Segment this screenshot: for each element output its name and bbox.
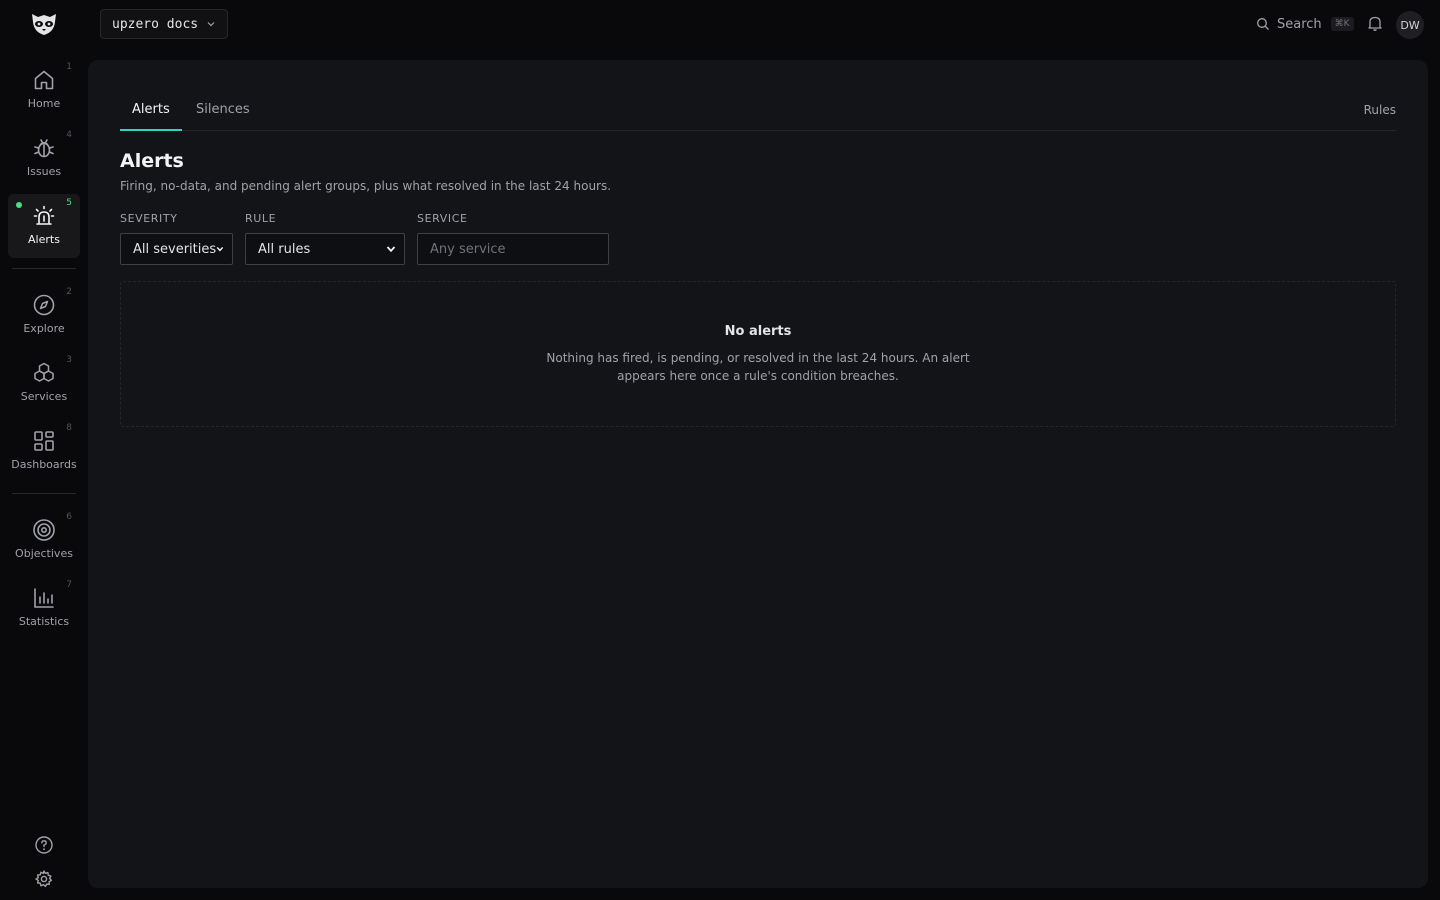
empty-state: No alerts Nothing has fired, is pending,… [120,281,1396,427]
sidebar-item-statistics[interactable]: 7 Statistics [8,576,80,640]
empty-state-title: No alerts [724,324,792,339]
sidebar-divider [12,493,76,494]
workspace-name: upzero docs [112,16,199,32]
bell-icon[interactable] [1366,14,1384,32]
severity-select[interactable]: All severities [120,233,233,265]
home-icon [34,70,54,90]
sidebar-item-label: Dashboards [11,458,77,471]
service-input-placeholder: Any service [430,241,506,257]
chevron-down-icon [386,246,396,253]
bar-chart-icon [34,588,54,608]
chevron-down-icon [216,246,224,252]
user-avatar[interactable]: DW [1396,11,1424,39]
sidebar-item-objectives[interactable]: 6 Objectives [8,508,80,572]
page-title: Alerts [120,150,184,172]
sidebar-item-shortcut: 6 [66,512,72,522]
rule-select[interactable]: All rules [245,233,405,265]
bug-icon [34,139,54,158]
siren-icon [33,205,55,225]
sidebar-item-home[interactable]: 1 Home [8,58,80,122]
sidebar-item-issues[interactable]: 4 Issues [8,126,80,190]
sidebar-item-label: Statistics [18,615,70,628]
compass-icon [33,294,55,316]
app-logo-icon[interactable] [28,10,60,38]
sidebar-item-shortcut: 1 [66,62,72,72]
target-icon [33,519,55,541]
sidebar-item-label: Objectives [15,547,73,560]
tab-rules[interactable]: Rules [1364,103,1396,117]
severity-select-value: All severities [133,241,217,257]
empty-state-message: Nothing has fired, is pending, or resolv… [546,351,970,383]
search-shortcut-badge: ⌘K [1330,17,1354,31]
sidebar-item-label: Home [27,97,61,110]
sidebar-item-label: Alerts [28,233,60,246]
sidebar-item-label: Services [20,390,68,403]
sidebar-item-explore[interactable]: 2 Explore [8,283,80,347]
help-icon[interactable] [34,835,54,855]
gear-icon[interactable] [34,869,54,889]
grid-icon [34,431,54,451]
rule-filter-label: RULE [245,212,277,225]
search-icon [1257,18,1269,30]
tab-bar: Alerts Silences Rules [120,92,1396,131]
service-input[interactable]: Any service [417,233,609,265]
sidebar-item-shortcut: 8 [66,423,72,433]
sidebar-item-label: Issues [26,165,62,178]
cubes-icon [34,362,54,382]
sidebar-item-shortcut: 3 [66,355,72,365]
tab-alerts[interactable]: Alerts [120,92,182,131]
active-indicator-dot [16,202,22,208]
sidebar-item-dashboards[interactable]: 8 Dashboards [8,419,80,483]
main-panel: Alerts Silences Rules Alerts Firing, no-… [88,60,1428,888]
sidebar-item-shortcut: 7 [66,580,72,590]
severity-filter-label: SEVERITY [120,212,178,225]
sidebar-divider [12,268,76,269]
sidebar-item-alerts[interactable]: 5 Alerts [8,194,80,258]
search-button[interactable]: Search ⌘K [1256,13,1354,35]
chevron-down-icon [207,22,215,27]
sidebar-item-label: Explore [23,322,65,335]
sidebar-item-shortcut: 2 [66,287,72,297]
sidebar-item-shortcut: 5 [66,198,72,208]
rule-select-value: All rules [258,241,311,257]
search-label: Search [1277,16,1322,32]
workspace-switcher[interactable]: upzero docs [100,9,228,39]
tab-silences[interactable]: Silences [184,92,262,130]
service-filter-label: SERVICE [417,212,468,225]
sidebar-item-shortcut: 4 [66,130,72,140]
sidebar-item-services[interactable]: 3 Services [8,351,80,415]
page-subtitle: Firing, no-data, and pending alert group… [120,179,612,193]
